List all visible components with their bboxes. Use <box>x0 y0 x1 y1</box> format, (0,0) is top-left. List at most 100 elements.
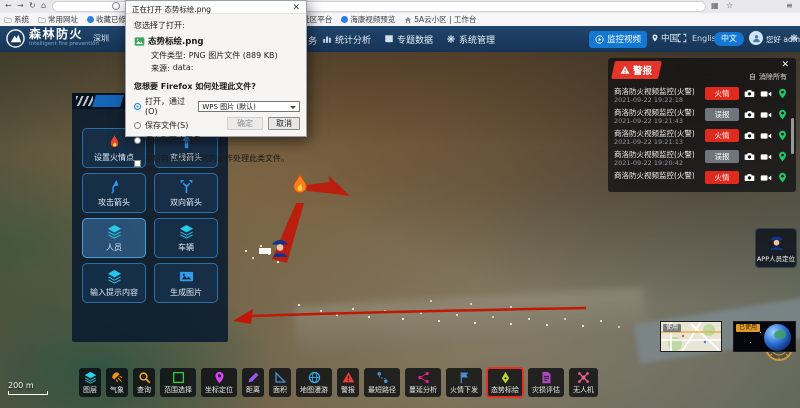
alert-row[interactable]: 商洛防火视频监控(火警)2021-09-22 19:22:18火情 <box>608 84 796 105</box>
bookmark-hikvision-preview[interactable]: 海康视频预览 <box>341 14 395 25</box>
globe-3d-switch[interactable]: 已使用 <box>733 321 796 352</box>
tool-search[interactable]: 查询 <box>133 368 155 397</box>
tool-range-select[interactable]: 范围选择 <box>160 368 196 397</box>
tool-situation-plot[interactable]: 态势标绘 <box>487 368 523 397</box>
radio-open-label[interactable]: 打开，通过(O) <box>145 96 194 116</box>
brand-title: 森林防火 <box>29 28 99 40</box>
alert-status-chip[interactable]: 误报 <box>705 108 739 121</box>
dialog-titlebar[interactable]: 正在打开 态势标绘.png ✕ <box>126 1 306 14</box>
vcam-icon[interactable] <box>760 130 772 142</box>
radio-save-cloud[interactable] <box>134 137 141 144</box>
lang-chinese-pill[interactable]: 中文 <box>714 32 744 46</box>
app-person-locate-widget[interactable]: APP人员定位 <box>755 228 797 268</box>
region-selector[interactable]: 中国 <box>651 32 678 44</box>
alert-timestamp: 2021-09-22 19:21:13 <box>614 138 683 146</box>
camera-icon[interactable] <box>744 88 755 99</box>
cancel-button[interactable]: 取消 <box>268 117 300 130</box>
alert-row[interactable]: 商洛防火视频监控(火警)2021-09-22 19:21:13火情 <box>608 126 796 147</box>
forward-icon[interactable]: → <box>17 0 24 12</box>
map-toolbar: 图层气象查询范围选择坐标定位距离面积地图漫游警报最短路径蔓延分析火情下发态势标绘… <box>79 368 598 402</box>
locate-pin-icon[interactable] <box>777 88 788 99</box>
bookmark-common-sites[interactable]: 常用网址 <box>38 14 78 25</box>
minimap-chip[interactable]: 使用 <box>663 324 681 332</box>
settings-gear-icon[interactable] <box>789 33 799 43</box>
remember-checkbox[interactable] <box>134 160 141 167</box>
tool-layers[interactable]: 图层 <box>79 368 101 397</box>
camera-icon[interactable] <box>744 130 755 141</box>
bookmark-5a-workbench[interactable]: 5A云小区 | 工作台 <box>404 14 476 25</box>
alert-status-chip[interactable]: 火情 <box>705 129 739 142</box>
dialog-close-icon[interactable]: ✕ <box>292 3 300 13</box>
minimap-2d[interactable]: 使用 <box>660 321 722 352</box>
plot-button-vehicle[interactable]: 车辆 <box>154 218 218 258</box>
alert-row[interactable]: 商洛防火视频监控(火警)2021-09-22 19:20:42误报 <box>608 147 796 168</box>
extensions-icon[interactable]: ▦ <box>711 0 719 12</box>
radio-open-with[interactable] <box>134 103 141 110</box>
tool-label: 地图漫游 <box>300 385 328 395</box>
camera-icon[interactable] <box>744 109 755 120</box>
site-info-icon[interactable] <box>112 2 120 10</box>
monitor-video-button[interactable]: 监控视频 <box>589 31 647 48</box>
back-icon[interactable]: ← <box>5 0 12 12</box>
tool-label: 查询 <box>137 385 151 395</box>
plot-button-attack-arrow[interactable]: 攻击箭头 <box>82 173 146 213</box>
radio-save-file[interactable] <box>134 122 141 129</box>
plot-button-two-way-arrow[interactable]: 双向箭头 <box>154 173 218 213</box>
tool-coordinate-locate[interactable]: 坐标定位 <box>201 368 237 397</box>
tool-weather[interactable]: 气象 <box>106 368 128 397</box>
alert-row[interactable]: 商洛防火视频监控(火警)2021-09-22 19:21:43误报 <box>608 105 796 126</box>
tool-spread-analysis[interactable]: 蔓延分析 <box>405 368 441 397</box>
layers-icon <box>107 269 122 284</box>
menu-statistics[interactable]: 统计分析 <box>322 33 371 46</box>
tool-damage-assessment[interactable]: 灾损评估 <box>528 368 564 397</box>
locate-pin-icon[interactable] <box>777 109 788 120</box>
reload-icon[interactable]: ↻ <box>29 0 36 12</box>
locate-pin-icon[interactable] <box>777 172 788 183</box>
clear-all-button[interactable]: 自 消除所有 <box>749 72 787 82</box>
tool-drone[interactable]: 无人机 <box>569 368 598 397</box>
vcam-icon[interactable] <box>760 172 772 184</box>
locate-pin-icon[interactable] <box>777 130 788 141</box>
alert-status-chip[interactable]: 误报 <box>705 150 739 163</box>
alert-status-chip[interactable]: 火情 <box>705 171 739 184</box>
locate-pin-icon[interactable] <box>777 151 788 162</box>
fullscreen-icon[interactable] <box>677 33 687 43</box>
menu-thematic-data[interactable]: 专题数据 <box>384 33 433 46</box>
tool-fire-dispatch[interactable]: 火情下发 <box>446 368 482 397</box>
alert-scrollbar[interactable] <box>791 118 794 154</box>
menu-icon[interactable]: ≡ <box>786 0 793 12</box>
avatar[interactable] <box>749 31 763 45</box>
main-menu: 统计分析专题数据系统管理 <box>322 26 495 52</box>
bookmark-star-icon[interactable]: ☆ <box>726 0 733 12</box>
vcam-icon[interactable] <box>760 109 772 121</box>
tool-map-roam[interactable]: 地图漫游 <box>296 368 332 397</box>
tool-distance[interactable]: 距离 <box>242 368 264 397</box>
tool-shortest-path[interactable]: 最短路径 <box>364 368 400 397</box>
attack-wedge <box>272 203 304 263</box>
tool-alarm[interactable]: 警报 <box>337 368 359 397</box>
open-with-select[interactable]: WPS 图片 (默认) <box>198 101 300 112</box>
radio-save-label[interactable]: 保存文件(S) <box>145 120 188 131</box>
squiggle-icon <box>107 179 122 194</box>
menu-system-admin[interactable]: 系统管理 <box>446 33 495 46</box>
plot-button-label: 双向箭头 <box>170 197 202 208</box>
browser-chrome: ← → ↻ ⌂ ▦ ☆ ≡ 系统常用网址收藏已修表-神图 智慧社区平台海康视频预… <box>0 0 800 26</box>
home-icon[interactable]: ⌂ <box>41 0 46 12</box>
plot-button-personnel[interactable]: 人员 <box>82 218 146 258</box>
alert-status-chip[interactable]: 火情 <box>705 87 739 100</box>
camera-icon[interactable] <box>744 172 755 183</box>
alert-row[interactable]: 商洛防火视频监控(火警)火情 <box>608 168 796 189</box>
menu-item-partial[interactable]: 务 <box>308 34 317 47</box>
plot-button-label: 车辆 <box>178 242 194 253</box>
vcam-icon[interactable] <box>760 151 772 163</box>
camera-icon[interactable] <box>744 151 755 162</box>
tool-area[interactable]: 面积 <box>269 368 291 397</box>
remember-label[interactable]: 以后自动采用相同的动作处理此类文件。(A) <box>145 153 300 173</box>
plot-button-generate-image[interactable]: 生成图片 <box>154 263 218 303</box>
ok-button[interactable]: 确定 <box>227 117 263 130</box>
close-icon[interactable]: ✕ <box>781 60 789 70</box>
plot-button-input-tip-content[interactable]: 输入提示内容 <box>82 263 146 303</box>
vcam-icon[interactable] <box>760 88 772 100</box>
bookmark-system[interactable]: 系统 <box>4 14 29 25</box>
radio-cloud-label[interactable]: 保存到百度网盘 <box>145 135 201 146</box>
